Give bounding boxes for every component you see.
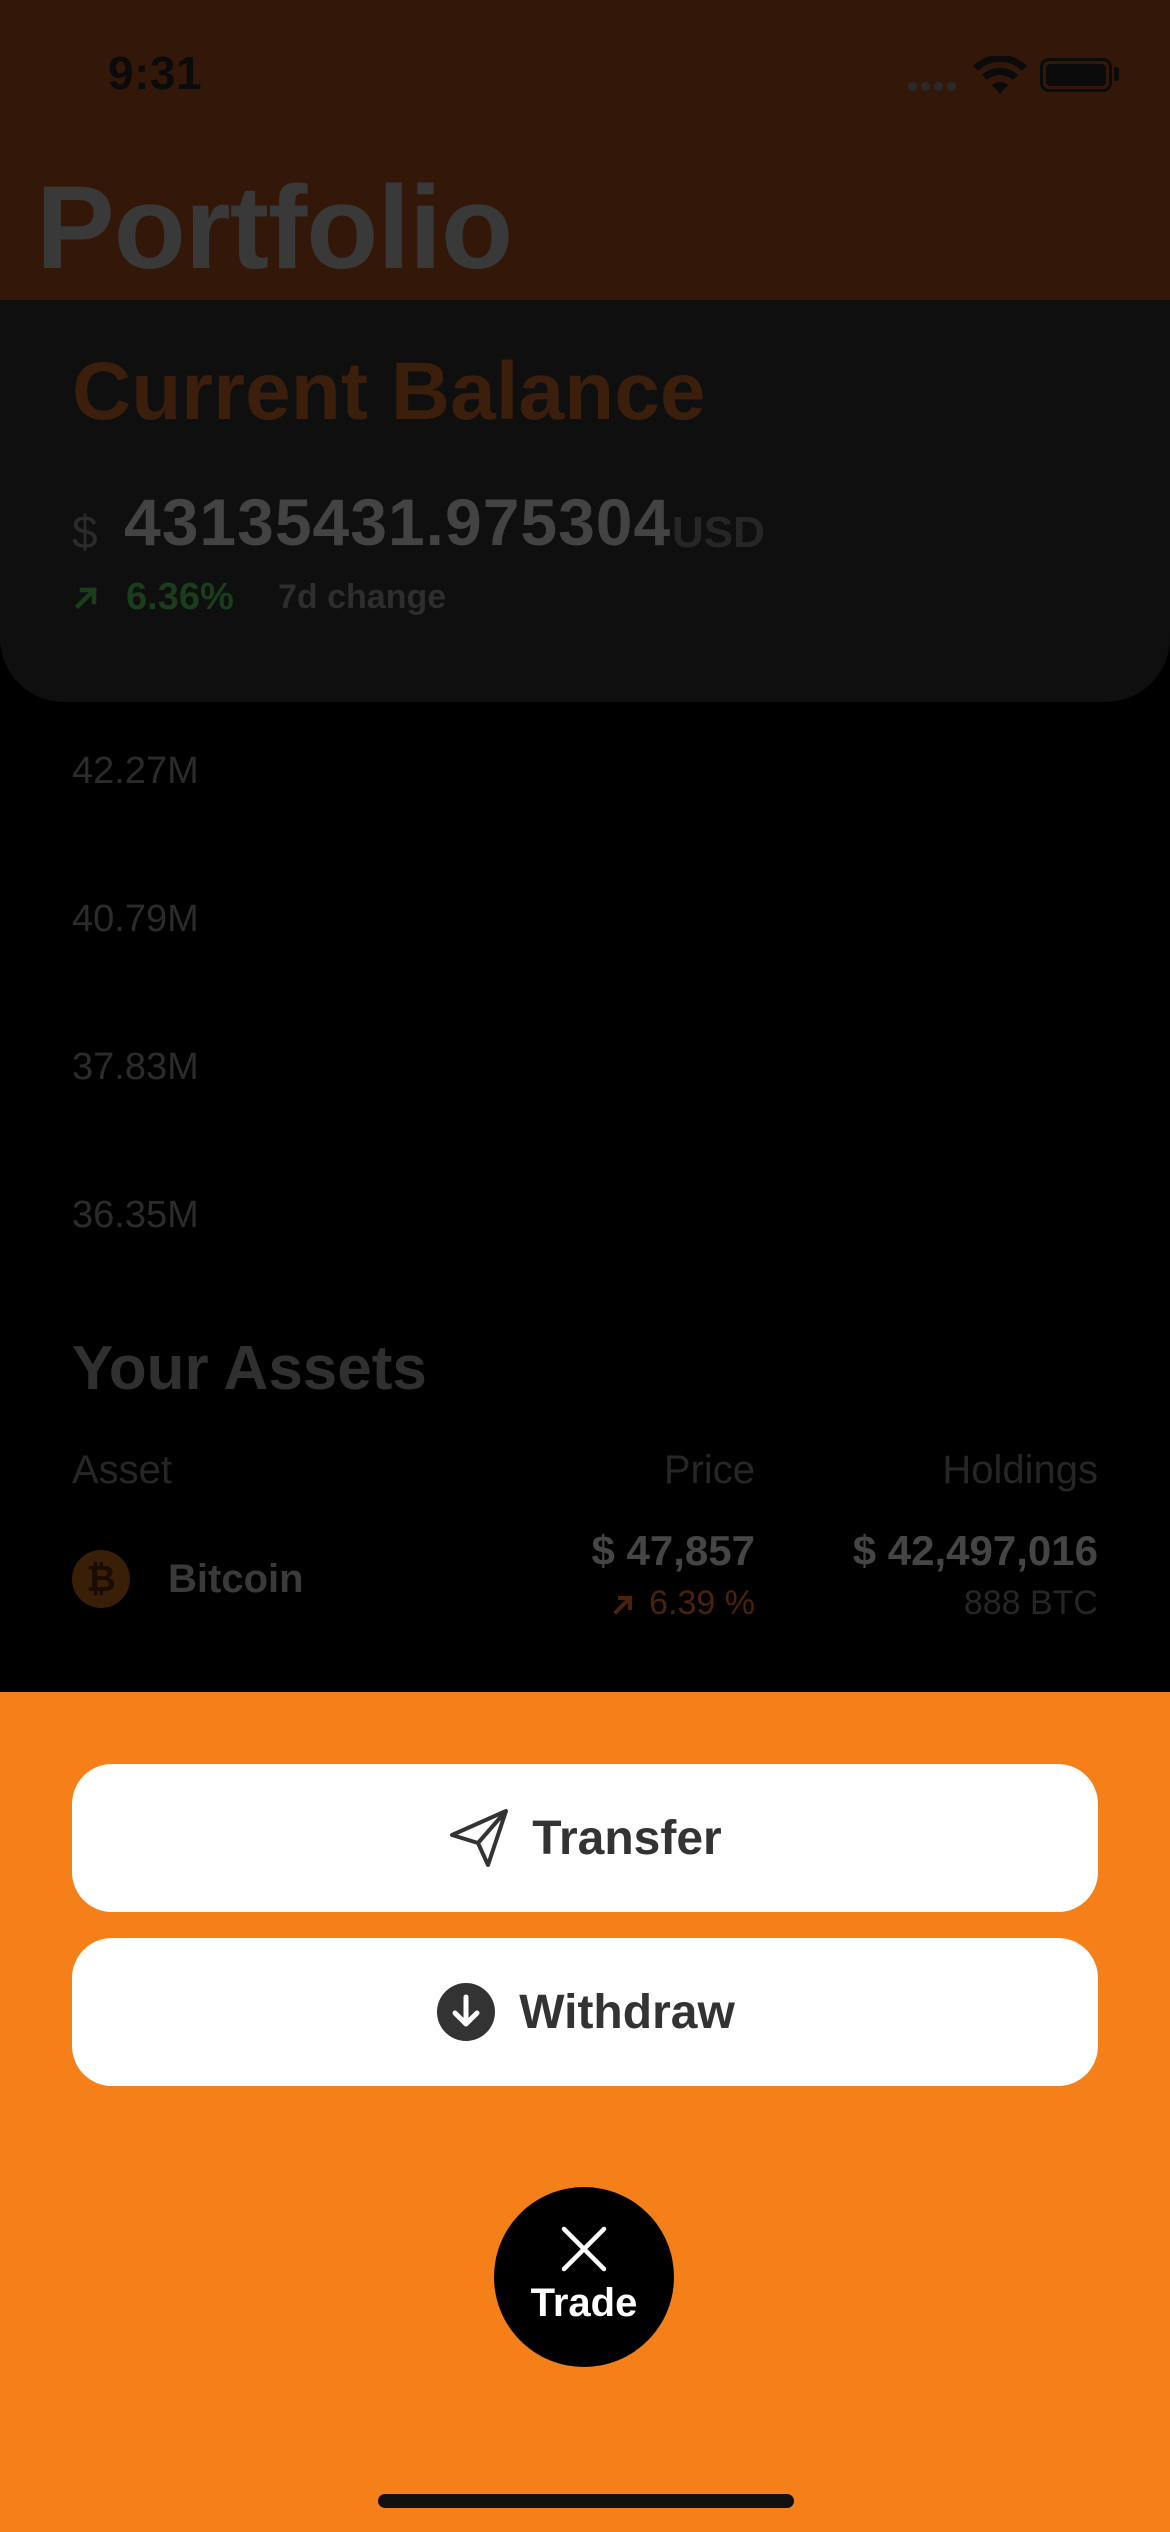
cellular-signal-icon bbox=[908, 78, 960, 96]
asset-price: $ 47,857 bbox=[591, 1527, 756, 1574]
balance-currency-symbol: $ bbox=[72, 506, 98, 558]
asset-price-change-value: 6.39 % bbox=[649, 1584, 755, 1622]
withdraw-button[interactable]: Withdraw bbox=[72, 1938, 1098, 2086]
arrow-down-circle-icon bbox=[435, 1981, 497, 2043]
arrow-up-right-icon bbox=[613, 1595, 633, 1615]
asset-name[interactable]: Bitcoin bbox=[168, 1557, 304, 1602]
trade-close-button[interactable]: Trade bbox=[494, 2187, 674, 2367]
asset-price-change: 6.39 % bbox=[611, 1584, 755, 1623]
chart-y-tick: 42.27M bbox=[72, 750, 199, 792]
close-icon bbox=[561, 2226, 607, 2271]
status-time: 9:31 bbox=[108, 47, 203, 99]
wifi-icon bbox=[973, 56, 1027, 94]
battery-nub bbox=[1114, 67, 1119, 81]
column-header-price: Price bbox=[663, 1448, 755, 1492]
transfer-label: Transfer bbox=[532, 1811, 722, 1865]
battery-icon bbox=[1040, 58, 1112, 92]
home-indicator[interactable] bbox=[378, 2494, 794, 2508]
transfer-button[interactable]: Transfer bbox=[72, 1764, 1098, 1912]
withdraw-label: Withdraw bbox=[519, 1985, 735, 2039]
balance-change-percent: 6.36% bbox=[126, 576, 234, 618]
paper-plane-icon bbox=[448, 1807, 510, 1869]
trade-label: Trade bbox=[530, 2280, 638, 2325]
column-header-asset: Asset bbox=[72, 1448, 173, 1492]
balance-change-label: 7d change bbox=[278, 578, 447, 616]
balance-amount: 43135431.975304 bbox=[124, 485, 672, 559]
page-title: Portfolio bbox=[36, 162, 513, 294]
arrow-up-right-icon bbox=[74, 586, 98, 610]
balance-unit: USD bbox=[672, 508, 765, 557]
column-header-holdings: Holdings bbox=[942, 1448, 1098, 1492]
chart-y-tick: 37.83M bbox=[72, 1046, 199, 1088]
balance-title: Current Balance bbox=[72, 346, 706, 437]
asset-holdings-qty: 888 BTC bbox=[963, 1584, 1098, 1622]
asset-holdings-value: $ 42,497,016 bbox=[852, 1527, 1098, 1574]
bitcoin-icon: ₿ bbox=[72, 1550, 130, 1608]
assets-title: Your Assets bbox=[72, 1334, 427, 1403]
chart-y-tick: 40.79M bbox=[72, 898, 199, 940]
chart-y-tick: 36.35M bbox=[72, 1194, 199, 1236]
